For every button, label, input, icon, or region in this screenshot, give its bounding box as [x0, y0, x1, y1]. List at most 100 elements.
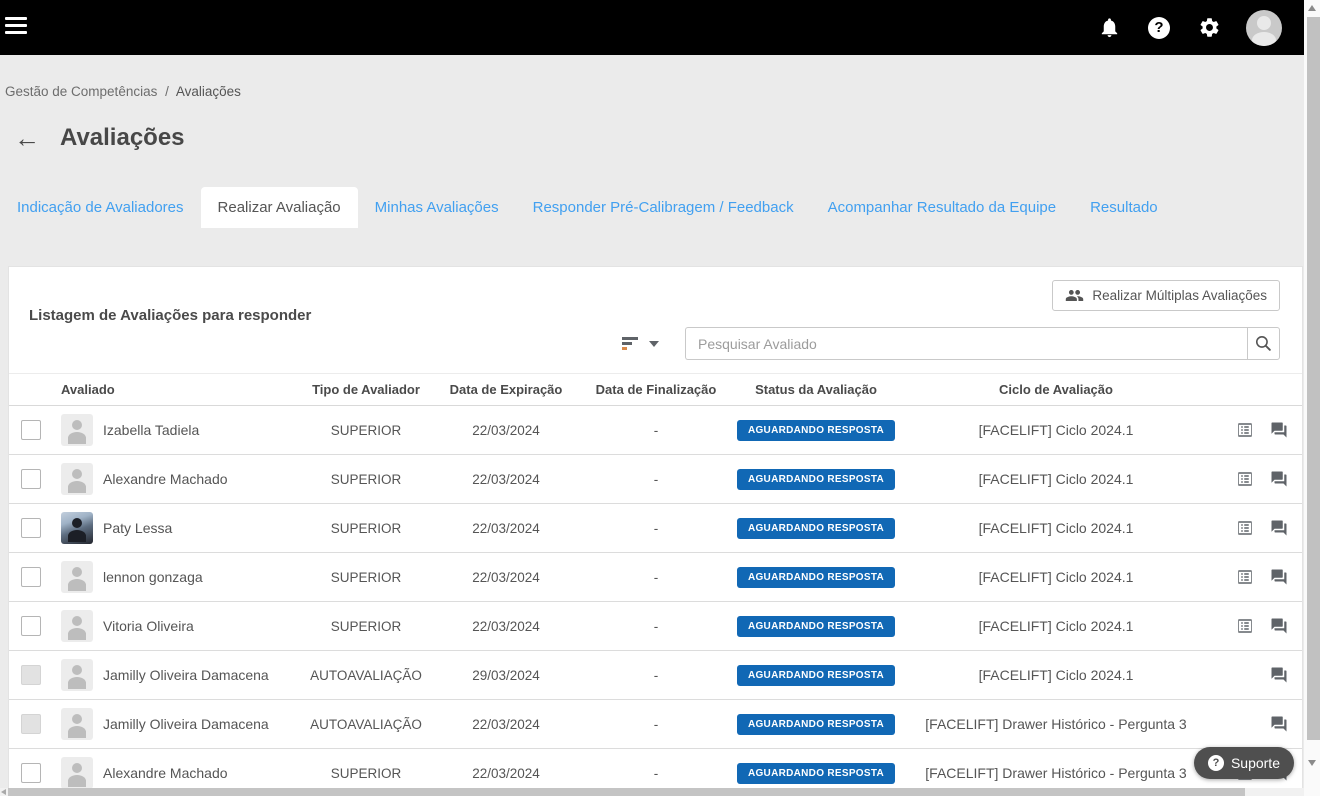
vertical-scrollbar-thumb[interactable]: [1307, 17, 1320, 740]
comments-icon[interactable]: [1270, 470, 1288, 488]
evaluatee-name: Alexandre Machado: [103, 765, 301, 781]
settings-gear-icon[interactable]: [1196, 15, 1222, 41]
evaluator-type: SUPERIOR: [301, 472, 431, 487]
tab-4[interactable]: Acompanhar Resultado da Equipe: [811, 187, 1074, 228]
expiration-date: 29/03/2024: [431, 668, 581, 683]
col-finalizacao: Data de Finalização: [581, 382, 731, 397]
status-badge: AGUARDANDO RESPOSTA: [737, 714, 895, 735]
comments-icon[interactable]: [1270, 715, 1288, 733]
row-checkbox[interactable]: [21, 616, 41, 636]
avatar: [61, 561, 93, 593]
col-avaliado: Avaliado: [61, 382, 301, 397]
status-badge: AGUARDANDO RESPOSTA: [737, 518, 895, 539]
avatar: [61, 757, 93, 789]
evaluatee-name: lennon gonzaga: [103, 569, 301, 585]
col-expiracao: Data de Expiração: [431, 382, 581, 397]
search-input[interactable]: [685, 327, 1247, 360]
breadcrumb-separator: /: [165, 84, 169, 99]
back-arrow-icon[interactable]: ←: [14, 125, 40, 151]
screen: ? Gestão de Competências / Avaliações ← …: [0, 0, 1320, 796]
search-button[interactable]: [1247, 327, 1280, 360]
tab-2[interactable]: Minhas Avaliações: [358, 187, 516, 228]
scroll-left-arrow[interactable]: [1, 789, 6, 795]
tab-5[interactable]: Resultado: [1073, 187, 1175, 228]
filter-control[interactable]: [622, 337, 659, 350]
evaluation-cycle: [FACELIFT] Ciclo 2024.1: [901, 618, 1211, 634]
support-button[interactable]: ? Suporte: [1194, 747, 1294, 779]
vertical-scrollbar: [1304, 0, 1320, 796]
comments-icon[interactable]: [1270, 568, 1288, 586]
breadcrumb-parent[interactable]: Gestão de Competências: [5, 84, 157, 99]
breadcrumb: Gestão de Competências / Avaliações: [5, 84, 241, 99]
row-checkbox[interactable]: [21, 420, 41, 440]
row-checkbox[interactable]: [21, 763, 41, 783]
finalization-date: -: [581, 668, 731, 683]
status-badge: AGUARDANDO RESPOSTA: [737, 665, 895, 686]
comments-icon[interactable]: [1270, 666, 1288, 684]
avatar: [61, 708, 93, 740]
chevron-down-icon: [649, 341, 659, 347]
expiration-date: 22/03/2024: [431, 570, 581, 585]
evaluator-type: SUPERIOR: [301, 570, 431, 585]
horizontal-scrollbar-thumb[interactable]: [8, 788, 1245, 796]
evaluation-cycle: [FACELIFT] Ciclo 2024.1: [901, 520, 1211, 536]
avatar: [61, 659, 93, 691]
finalization-date: -: [581, 766, 731, 781]
scroll-down-arrow[interactable]: [1308, 760, 1316, 766]
expiration-date: 22/03/2024: [431, 423, 581, 438]
col-tipo: Tipo de Avaliador: [301, 382, 431, 397]
search-icon: [1254, 334, 1273, 353]
table-row: Alexandre Machado SUPERIOR 22/03/2024 - …: [9, 455, 1302, 504]
col-ciclo: Ciclo de Avaliação: [901, 382, 1211, 397]
finalization-date: -: [581, 717, 731, 732]
notifications-bell-icon[interactable]: [1096, 15, 1122, 41]
evaluation-cycle: [FACELIFT] Ciclo 2024.1: [901, 422, 1211, 438]
filter-icon: [622, 337, 639, 350]
evaluatee-name: Alexandre Machado: [103, 471, 301, 487]
evaluation-cycle: [FACELIFT] Ciclo 2024.1: [901, 471, 1211, 487]
table-row: Izabella Tadiela SUPERIOR 22/03/2024 - A…: [9, 406, 1302, 455]
row-checkbox: [21, 714, 41, 734]
row-checkbox[interactable]: [21, 567, 41, 587]
multiple-evaluations-button[interactable]: Realizar Múltiplas Avaliações: [1052, 280, 1280, 311]
avatar: [61, 414, 93, 446]
comments-icon[interactable]: [1270, 519, 1288, 537]
evaluation-details-icon[interactable]: [1236, 519, 1254, 537]
help-icon[interactable]: ?: [1146, 15, 1172, 41]
finalization-date: -: [581, 472, 731, 487]
comments-icon[interactable]: [1270, 617, 1288, 635]
tab-bar: Indicação de AvaliadoresRealizar Avaliaç…: [0, 187, 1304, 228]
evaluation-details-icon[interactable]: [1236, 421, 1254, 439]
apps-grid-icon[interactable]: [1046, 15, 1072, 41]
status-badge: AGUARDANDO RESPOSTA: [737, 616, 895, 637]
tab-1[interactable]: Realizar Avaliação: [201, 187, 358, 228]
evaluation-details-icon[interactable]: [1236, 617, 1254, 635]
evaluation-details-icon[interactable]: [1236, 470, 1254, 488]
title-row: ← Avaliações: [14, 124, 185, 152]
evaluatee-name: Jamilly Oliveira Damacena: [103, 716, 301, 732]
evaluatee-name: Vitoria Oliveira: [103, 618, 301, 634]
page-title: Avaliações: [60, 124, 185, 152]
table-header: Avaliado Tipo de Avaliador Data de Expir…: [9, 373, 1302, 406]
avatar: [61, 463, 93, 495]
menu-icon[interactable]: [5, 17, 29, 37]
table-row: Jamilly Oliveira Damacena AUTOAVALIAÇÃO …: [9, 700, 1302, 749]
user-avatar[interactable]: [1246, 10, 1282, 46]
avatar: [61, 512, 93, 544]
scroll-up-arrow[interactable]: [1308, 5, 1316, 11]
tab-0[interactable]: Indicação de Avaliadores: [0, 187, 201, 228]
evaluation-details-icon[interactable]: [1236, 568, 1254, 586]
finalization-date: -: [581, 570, 731, 585]
question-mark-icon: ?: [1208, 755, 1224, 771]
content-panel: Listagem de Avaliações para responder Re…: [8, 266, 1303, 796]
expiration-date: 22/03/2024: [431, 717, 581, 732]
people-icon: [1065, 286, 1084, 305]
topbar: ?: [0, 0, 1304, 55]
evaluator-type: SUPERIOR: [301, 423, 431, 438]
search-row: [622, 327, 1280, 360]
tab-3[interactable]: Responder Pré-Calibragem / Feedback: [516, 187, 811, 228]
evaluatee-name: Izabella Tadiela: [103, 422, 301, 438]
row-checkbox[interactable]: [21, 518, 41, 538]
comments-icon[interactable]: [1270, 421, 1288, 439]
row-checkbox[interactable]: [21, 469, 41, 489]
